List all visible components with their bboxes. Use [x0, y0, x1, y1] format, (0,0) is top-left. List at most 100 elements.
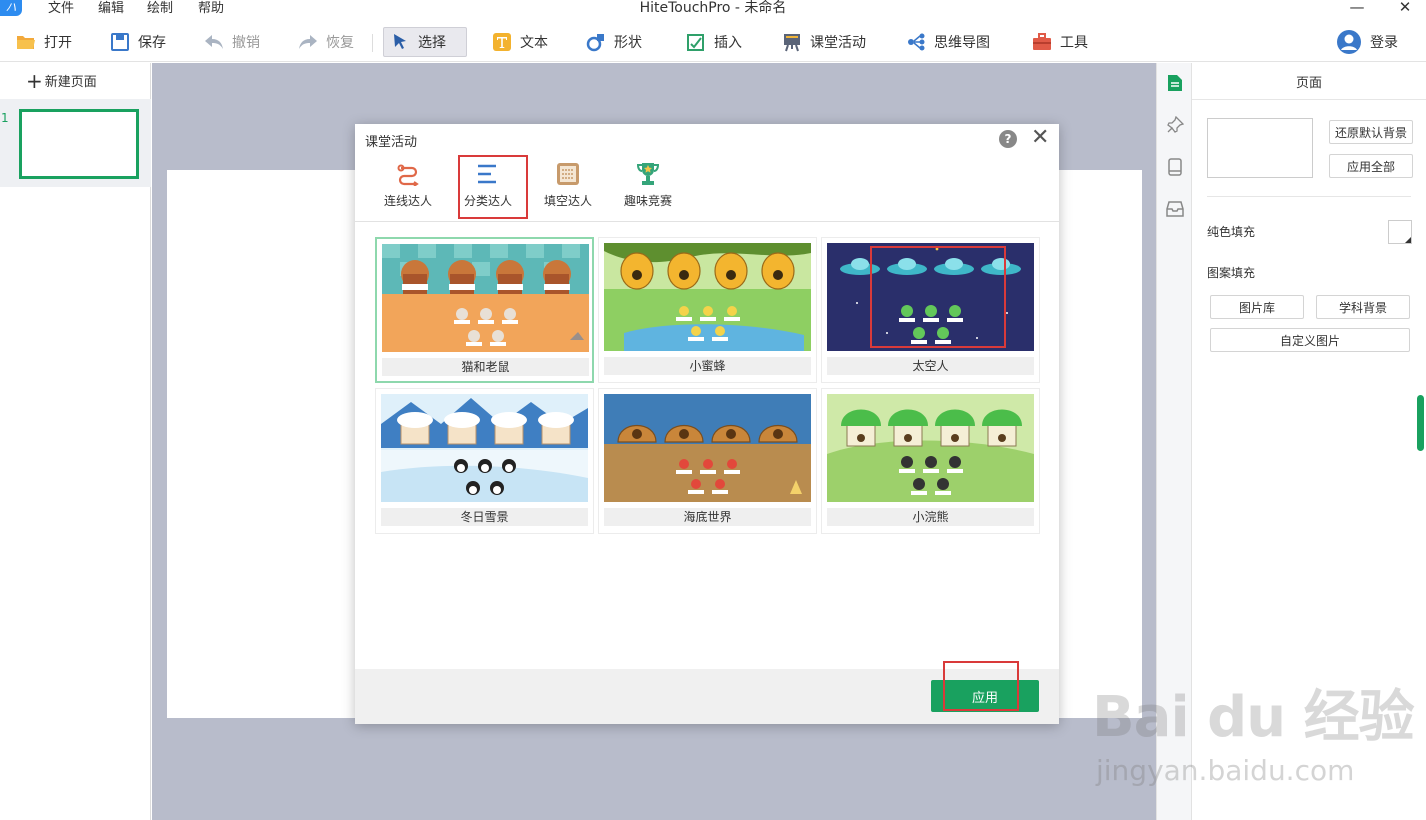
- toolbox-icon: [1032, 32, 1052, 52]
- template-thumbnail: [382, 244, 589, 352]
- highlight-box: [458, 155, 528, 219]
- text-label: 文本: [520, 35, 548, 51]
- undo-label: 撤销: [232, 35, 260, 51]
- shape-label: 形状: [614, 35, 642, 51]
- fill-blank-icon: [554, 160, 582, 188]
- insert-image-icon: [686, 32, 706, 52]
- menu-file[interactable]: 文件: [48, 0, 74, 17]
- template-name: 猫和老鼠: [382, 358, 589, 376]
- mindmap-label: 思维导图: [934, 35, 990, 51]
- open-button[interactable]: 打开: [10, 27, 78, 57]
- panel-scrollbar[interactable]: [1417, 395, 1424, 451]
- template-thumbnail: [604, 243, 811, 351]
- restore-default-background-button[interactable]: 还原默认背景: [1329, 120, 1413, 144]
- custom-image-button[interactable]: 自定义图片: [1210, 328, 1410, 352]
- book-icon[interactable]: [1165, 157, 1185, 177]
- plus-icon: +: [26, 68, 43, 93]
- template-name: 小浣熊: [827, 508, 1034, 526]
- template-thumbnail: [381, 394, 588, 502]
- background-preview: [1207, 118, 1313, 178]
- new-page-label: 新建页面: [44, 75, 97, 90]
- login-button[interactable]: 登录: [1330, 27, 1404, 57]
- title-bar: ハ 文件 编辑 绘制 帮助 HiteTouchPro - 未命名 — ✕: [0, 0, 1426, 18]
- new-page-button[interactable]: + 新建页面: [26, 68, 97, 93]
- select-button[interactable]: 选择: [383, 27, 467, 57]
- dialog-title: 课堂活动: [365, 135, 418, 150]
- watermark-logo: Bai du 经验: [1092, 685, 1415, 750]
- undo-button[interactable]: 撤销: [198, 27, 266, 57]
- presentation-board-icon: [782, 32, 802, 52]
- template-thumbnail: [604, 394, 811, 502]
- save-icon: [110, 32, 130, 52]
- watermark-url: jingyan.baidu.com: [1096, 754, 1355, 787]
- template-card-undersea[interactable]: 海底世界: [598, 388, 817, 534]
- menu-help[interactable]: 帮助: [198, 0, 224, 17]
- login-label: 登录: [1370, 35, 1398, 51]
- template-card-winter-snow[interactable]: 冬日雪景: [375, 388, 594, 534]
- page-properties-icon[interactable]: [1165, 73, 1185, 93]
- tab-label: 填空达人: [543, 194, 592, 208]
- panel-divider: [1192, 99, 1426, 100]
- mindmap-icon: [906, 32, 926, 52]
- pattern-fill-label: 图案填充: [1207, 266, 1256, 280]
- highlight-box: [943, 661, 1019, 711]
- insert-label: 插入: [714, 35, 742, 51]
- page-number: 1: [1, 111, 9, 125]
- classroom-activity-button[interactable]: 课堂活动: [776, 27, 872, 57]
- shape-button[interactable]: 形状: [580, 27, 648, 57]
- insert-button[interactable]: 插入: [680, 27, 748, 57]
- menu-draw[interactable]: 绘制: [147, 0, 173, 17]
- undo-icon: [204, 32, 224, 52]
- tab-fill-blank[interactable]: 填空达人: [533, 160, 603, 216]
- highlight-box: [870, 246, 1006, 348]
- tab-matching[interactable]: 连线达人: [373, 160, 443, 216]
- app-logo-icon: ハ: [0, 0, 22, 16]
- dialog-close-icon[interactable]: ✕: [1031, 126, 1049, 150]
- apply-all-button[interactable]: 应用全部: [1329, 154, 1413, 178]
- toolbar-divider: [372, 34, 373, 52]
- solid-fill-label: 纯色填充: [1207, 225, 1256, 239]
- page-list-panel: + 新建页面 1: [0, 63, 151, 820]
- panel-title: 页面: [1295, 76, 1322, 91]
- shape-icon: [586, 32, 606, 52]
- menu-edit[interactable]: 编辑: [98, 0, 124, 17]
- tab-label: 趣味竞赛: [623, 194, 672, 208]
- template-name: 太空人: [827, 357, 1034, 375]
- pin-icon[interactable]: [1165, 115, 1185, 135]
- template-name: 小蜜蜂: [604, 357, 811, 375]
- tray-icon[interactable]: [1165, 199, 1185, 219]
- main-toolbar: 打开 保存 撤销 恢复 选择 文本 形状 插入 课堂活动 思维导图 工具 登录: [0, 22, 1426, 62]
- user-avatar-icon: [1336, 29, 1362, 55]
- subject-background-button[interactable]: 学科背景: [1316, 295, 1410, 319]
- tab-label: 连线达人: [383, 194, 432, 208]
- minimize-button[interactable]: —: [1344, 0, 1370, 17]
- template-name: 海底世界: [604, 508, 811, 526]
- open-label: 打开: [44, 35, 72, 51]
- help-icon[interactable]: ?: [999, 130, 1017, 148]
- text-button[interactable]: 文本: [486, 27, 554, 57]
- tools-label: 工具: [1060, 35, 1088, 51]
- template-card-raccoon[interactable]: 小浣熊: [821, 388, 1040, 534]
- save-button[interactable]: 保存: [104, 27, 172, 57]
- image-gallery-button[interactable]: 图片库: [1210, 295, 1304, 319]
- classroom-activity-label: 课堂活动: [810, 35, 866, 51]
- redo-icon: [298, 32, 318, 52]
- panel-separator: [1207, 196, 1411, 197]
- redo-button[interactable]: 恢复: [292, 27, 360, 57]
- cursor-arrow-icon: [390, 32, 410, 52]
- classroom-activity-dialog: 课堂活动 ? ✕ 连线达人 分类达人 填空达人 趣味竞赛 猫和老鼠 小蜜蜂 太空…: [355, 124, 1059, 724]
- template-card-cat-mouse[interactable]: 猫和老鼠: [375, 237, 594, 383]
- page-thumbnail[interactable]: [19, 109, 139, 179]
- tab-divider: [355, 221, 1059, 222]
- folder-icon: [16, 32, 36, 52]
- template-name: 冬日雪景: [381, 508, 588, 526]
- template-card-bees[interactable]: 小蜜蜂: [598, 237, 817, 383]
- tab-fun-contest[interactable]: 趣味竞赛: [613, 160, 683, 216]
- connect-lines-icon: [394, 160, 422, 188]
- window-close-button[interactable]: ✕: [1392, 0, 1418, 17]
- tools-button[interactable]: 工具: [1026, 27, 1094, 57]
- save-label: 保存: [138, 35, 166, 51]
- text-icon: [492, 32, 512, 52]
- mindmap-button[interactable]: 思维导图: [900, 27, 996, 57]
- solid-fill-color-swatch[interactable]: [1388, 220, 1412, 244]
